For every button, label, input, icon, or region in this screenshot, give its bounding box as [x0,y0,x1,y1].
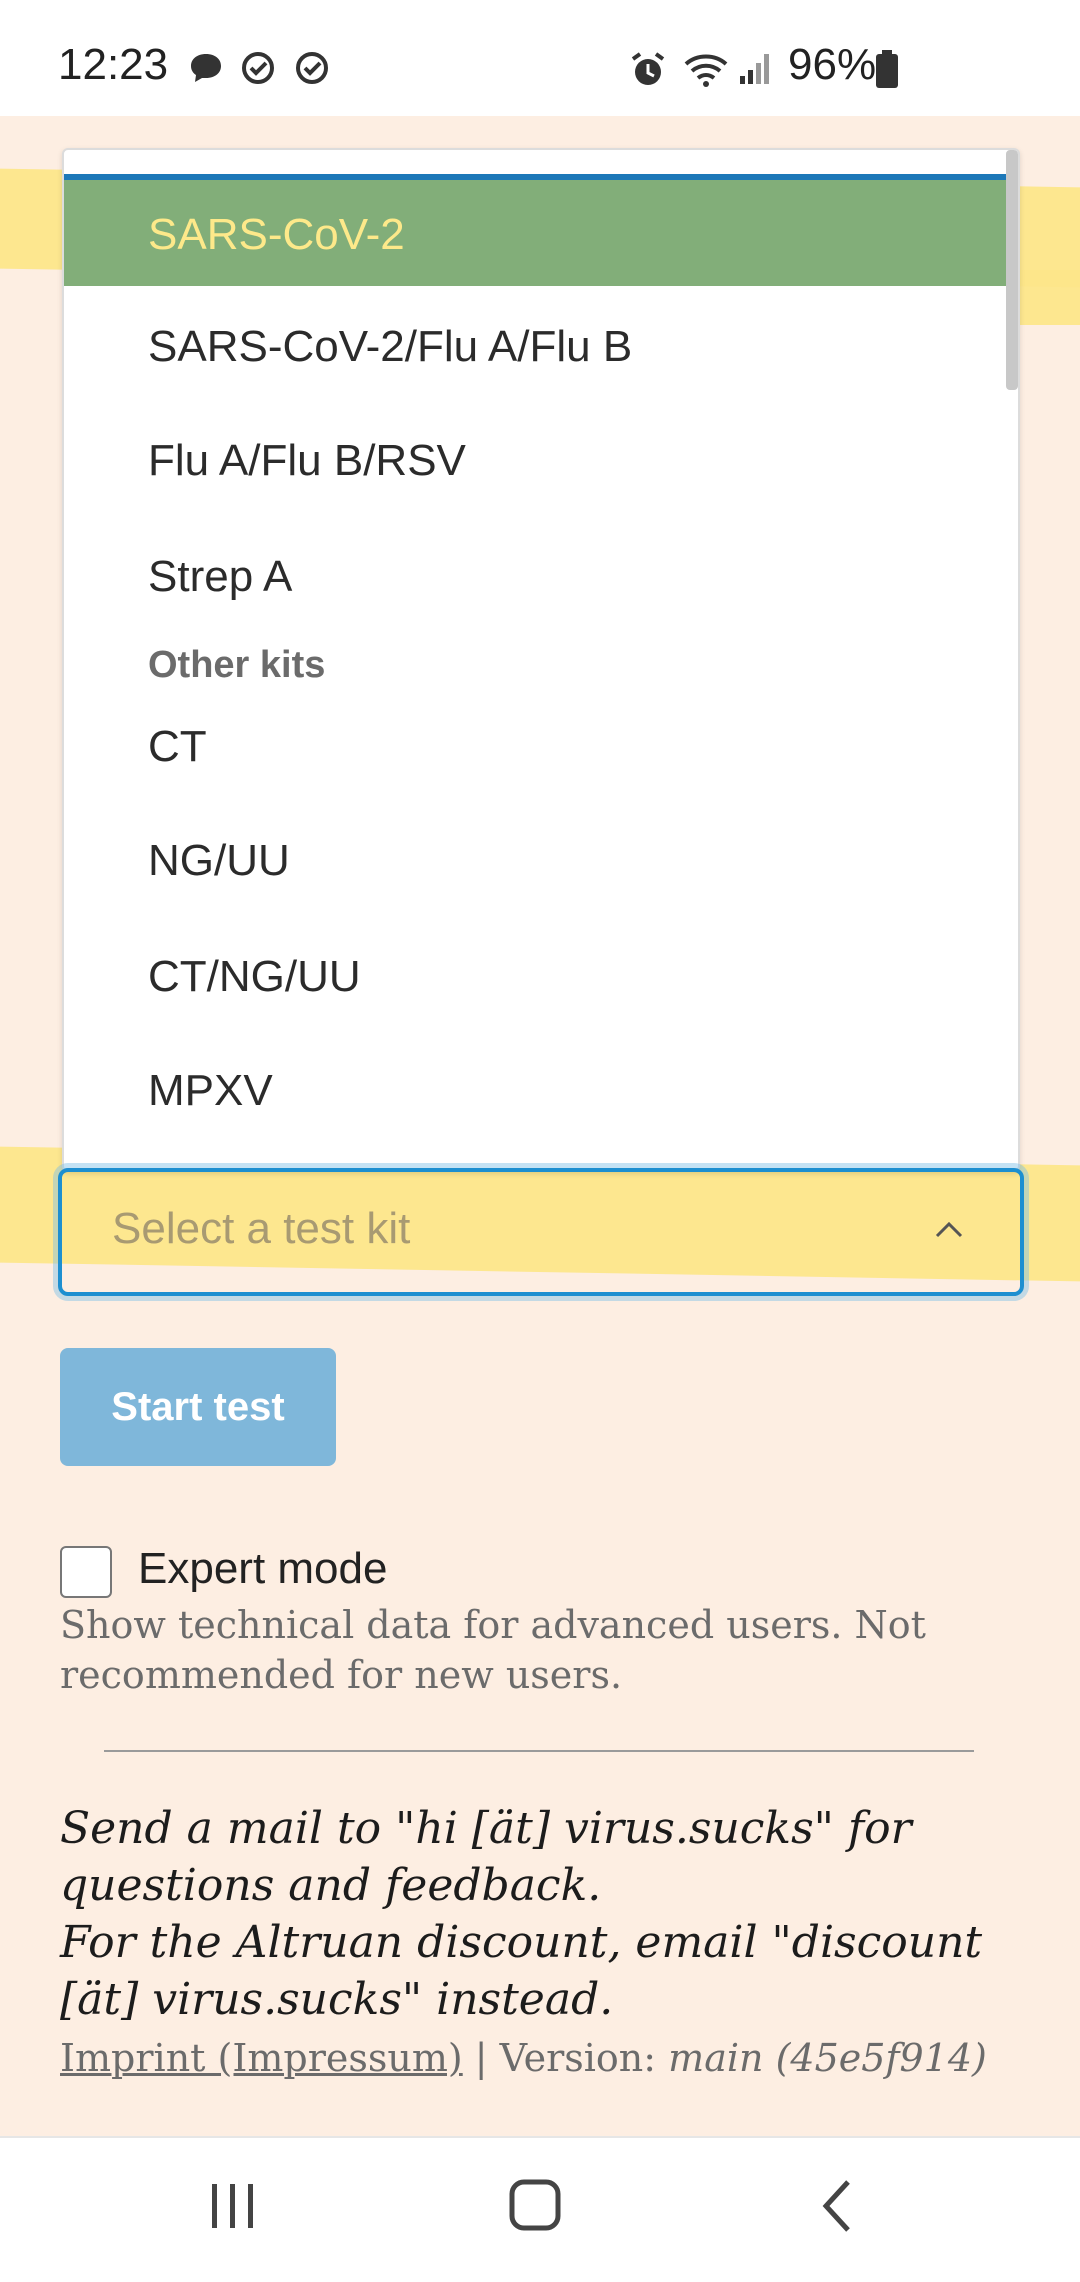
option-label: Flu A/Flu B/RSV [148,436,466,485]
option-ct[interactable]: CT [64,692,1018,804]
select-placeholder: Select a test kit [112,1204,411,1253]
back-icon[interactable] [818,2178,858,2234]
option-label: CT/NG/UU [148,952,361,1001]
divider [104,1750,974,1752]
option-label: Strep A [148,552,293,601]
option-mpxv[interactable]: MPXV [64,1036,1018,1148]
version-prefix: | Version: [462,2036,669,2080]
system-navigation-bar [0,2136,1080,2282]
option-label: CT [148,722,207,771]
recent-apps-icon[interactable] [208,2178,258,2234]
option-strep-a[interactable]: Strep A [64,522,1018,634]
status-time: 12:23 [58,40,169,89]
option-ct-ng-uu[interactable]: CT/NG/UU [64,922,1018,1034]
expert-mode-checkbox[interactable] [60,1546,112,1598]
option-group-label: Other kits [148,644,326,686]
signal-icon [740,54,769,84]
imprint-link[interactable]: Imprint (Impressum) [60,2036,463,2080]
footer: Imprint (Impressum) | Version: main (45e… [60,2036,1050,2080]
status-bar: 12:23 96% [0,0,1080,116]
contact-line-questions: Send a mail to "hi [ät] virus.sucks" for… [60,1803,912,1911]
home-icon[interactable] [508,2178,564,2234]
chevron-up-icon [935,1221,963,1238]
option-label: MPXV [148,1066,273,1115]
battery-percentage: 96% [788,40,877,89]
expert-mode-label[interactable]: Expert mode [138,1544,387,1594]
option-sars-cov-2[interactable]: SARS-CoV-2 [64,174,1018,286]
option-sars-cov-2-flu-a-flu-b[interactable]: SARS-CoV-2/Flu A/Flu B [64,292,1018,404]
contact-line-discount: For the Altruan discount, email "discoun… [60,1917,983,2025]
battery-icon [876,50,898,88]
dropdown-scrollbar[interactable] [1006,150,1018,390]
test-kit-select[interactable]: Select a test kit [58,1168,1024,1296]
check-circle-icon [242,52,274,84]
check-circle-icon [296,52,328,84]
alarm-icon [631,52,665,85]
option-label: SARS-CoV-2/Flu A/Flu B [148,322,633,371]
option-label: NG/UU [148,836,290,885]
option-flu-a-flu-b-rsv[interactable]: Flu A/Flu B/RSV [64,406,1018,518]
message-icon [191,54,221,82]
test-kit-dropdown-list[interactable]: SARS-CoV-2 SARS-CoV-2/Flu A/Flu B Flu A/… [62,148,1020,1172]
contact-info: Send a mail to "hi [ät] virus.sucks" for… [60,1800,1040,2028]
option-ng-uu[interactable]: NG/UU [64,806,1018,918]
start-test-button[interactable]: Start test [60,1348,336,1466]
option-label: SARS-CoV-2 [148,210,405,259]
version-value: main (45e5f914) [668,2036,987,2080]
expert-mode-help-text: Show technical data for advanced users. … [60,1603,926,1697]
wifi-icon [684,54,728,87]
